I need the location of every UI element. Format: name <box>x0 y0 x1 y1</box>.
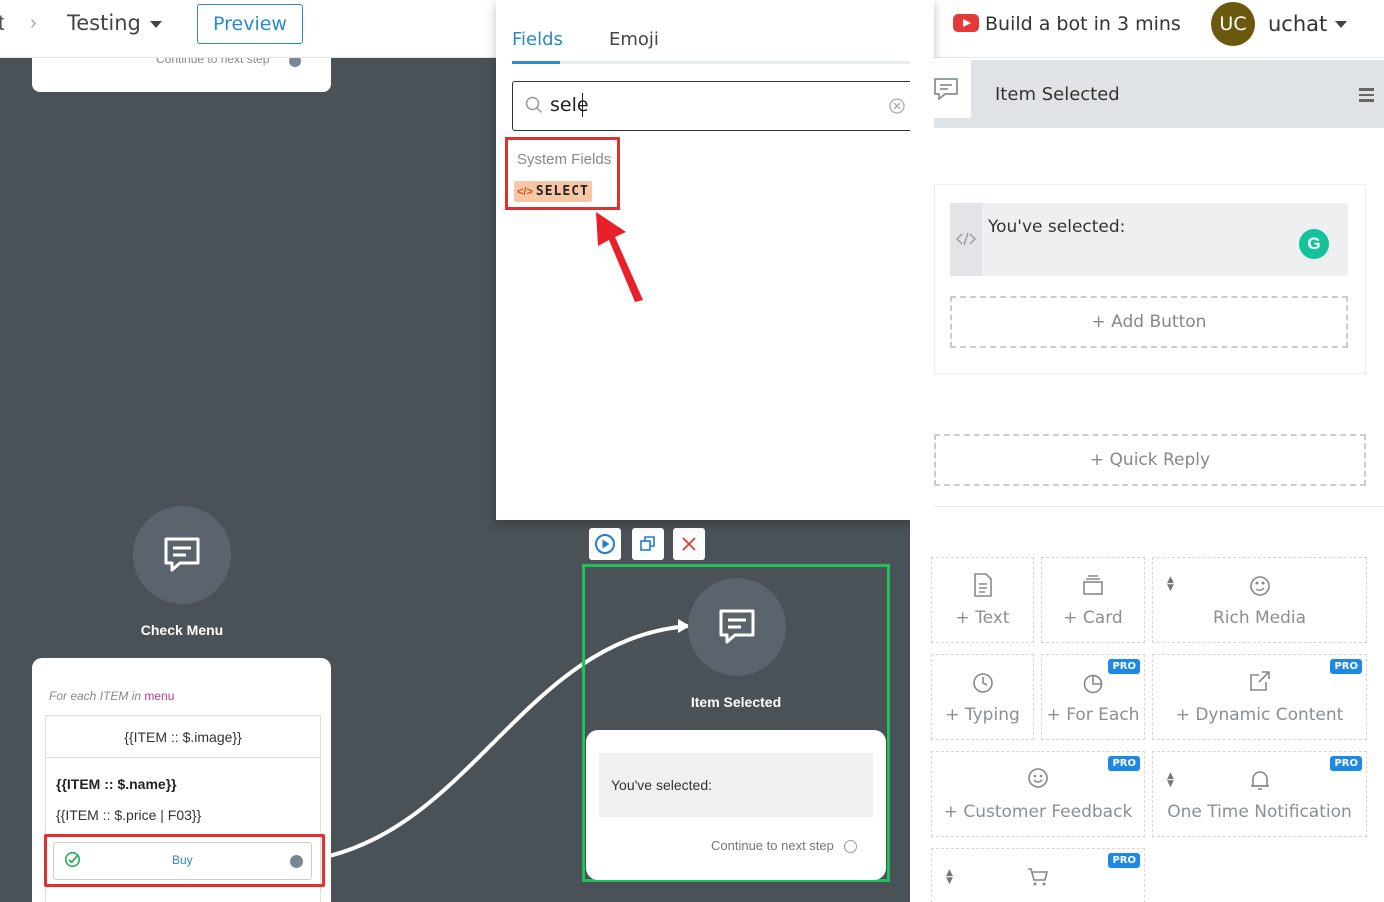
pie-chart-icon <box>1083 674 1103 694</box>
clock-icon <box>972 673 993 693</box>
for-each-tile[interactable]: PRO + For Each <box>1041 654 1145 740</box>
tab-underline <box>512 61 919 64</box>
panel-title[interactable]: Item Selected <box>995 84 1120 105</box>
field-group-label: System Fields <box>517 151 612 168</box>
pro-badge: PRO <box>1330 756 1362 771</box>
rich-media-tile[interactable]: ▲ ▼ Rich Media <box>1152 557 1367 643</box>
code-icon: </> <box>517 185 533 198</box>
message-preview: You've selected: <box>599 753 873 817</box>
tile-label: + For Each <box>1046 705 1140 725</box>
message-icon <box>933 78 958 100</box>
connector-dot[interactable] <box>290 855 303 868</box>
tile-label: + Customer Feedback <box>943 802 1133 822</box>
tab-emoji[interactable]: Emoji <box>609 29 659 50</box>
text-cursor <box>582 93 583 117</box>
panel-header-icon <box>920 60 971 118</box>
pro-badge: PRO <box>1108 659 1140 674</box>
message-icon <box>164 537 200 572</box>
hamburger-menu-icon[interactable] <box>1359 88 1374 105</box>
play-button[interactable] <box>589 528 621 560</box>
add-card-tile[interactable]: + Card <box>1041 557 1145 643</box>
duplicate-button[interactable] <box>632 528 664 560</box>
external-link-icon <box>1249 671 1270 691</box>
pro-badge: PRO <box>1108 756 1140 771</box>
node-title: Item Selected <box>690 694 782 710</box>
check-circle-icon <box>64 851 81 868</box>
select-field-item[interactable]: </> SELECT <box>514 181 592 202</box>
tile-label: + Text <box>955 608 1010 628</box>
divider <box>934 506 1384 507</box>
copy-icon <box>640 536 655 551</box>
add-button-button[interactable]: + Add Button <box>950 296 1348 348</box>
field-picker-popup <box>496 0 934 520</box>
message-icon <box>719 609 755 644</box>
one-time-notification-tile[interactable]: PRO ▲ ▼ One Time Notification <box>1152 751 1367 837</box>
item-image-field: {{ITEM :: $.image}} <box>46 716 320 758</box>
search-icon <box>525 96 543 114</box>
palette-icon <box>1249 576 1270 596</box>
message-text-editor[interactable] <box>950 203 1348 276</box>
continue-label: Continue to next step <box>711 838 834 853</box>
tile-label: + Dynamic Content <box>1175 705 1344 725</box>
node-title: Check Menu <box>140 622 224 638</box>
dynamic-content-tile[interactable]: PRO + Dynamic Content <box>1152 654 1367 740</box>
add-typing-tile[interactable]: + Typing <box>931 654 1034 740</box>
pro-badge: PRO <box>1108 853 1140 868</box>
play-icon <box>595 534 615 554</box>
item-name-field: {{ITEM :: $.name}} <box>56 776 177 792</box>
tile-label: Rich Media <box>1212 608 1307 628</box>
sort-icon[interactable]: ▲ ▼ <box>1167 576 1174 593</box>
code-icon <box>956 232 976 246</box>
tile-label: + Card <box>1063 608 1123 628</box>
grammarly-icon[interactable]: G <box>1299 229 1329 259</box>
bell-icon <box>1250 771 1269 790</box>
item-selected-node[interactable] <box>688 578 786 676</box>
card-icon <box>1083 575 1103 595</box>
delete-button[interactable] <box>673 528 705 560</box>
smile-icon <box>1028 768 1048 788</box>
add-text-tile[interactable]: + Text <box>931 557 1034 643</box>
sort-icon[interactable]: ▲ ▼ <box>946 869 953 886</box>
close-icon <box>682 537 696 551</box>
clear-icon[interactable] <box>888 97 906 115</box>
buy-button-label: Buy <box>172 853 193 867</box>
foreach-prefix: For each ITEM in <box>49 689 142 703</box>
pro-badge: PRO <box>1330 659 1362 674</box>
foreach-label: For each ITEM in menu <box>49 689 174 703</box>
item-price-field: {{ITEM :: $.price | F03}} <box>56 807 202 823</box>
message-text[interactable]: You've selected: <box>988 217 1125 237</box>
check-menu-node[interactable] <box>133 506 231 604</box>
tab-fields[interactable]: Fields <box>512 29 563 50</box>
document-icon <box>973 573 992 597</box>
sort-icon[interactable]: ▲ ▼ <box>1167 772 1174 789</box>
quick-reply-button[interactable]: + Quick Reply <box>934 434 1366 486</box>
select-field-label: SELECT <box>535 184 589 199</box>
connector-dot[interactable] <box>844 840 857 853</box>
tile-label: One Time Notification <box>1167 802 1352 822</box>
tab-active-indicator <box>512 61 560 64</box>
customer-feedback-tile[interactable]: PRO + Customer Feedback <box>931 751 1145 837</box>
cart-icon <box>1028 868 1049 886</box>
annotation-arrow-icon <box>596 212 643 302</box>
tile-label: + Typing <box>945 705 1020 725</box>
commerce-tile[interactable]: PRO ▲ ▼ <box>931 848 1145 902</box>
foreach-variable: menu <box>144 689 175 703</box>
